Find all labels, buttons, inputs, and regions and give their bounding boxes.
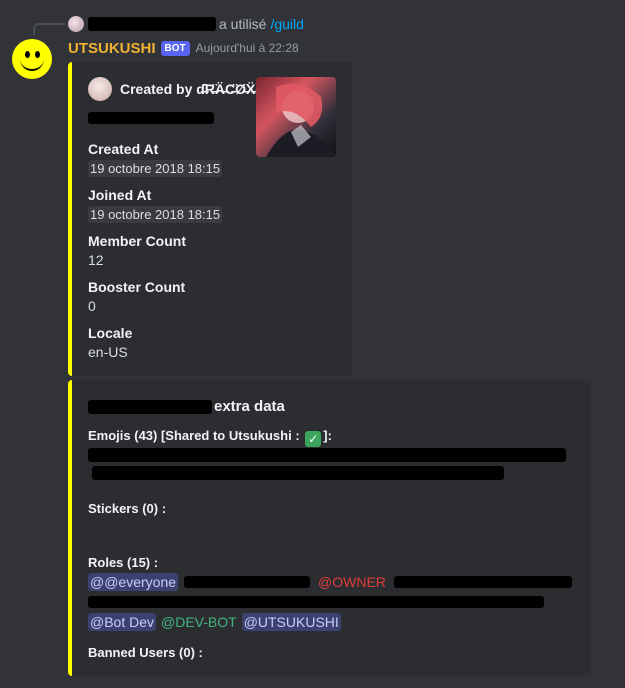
role-mention-owner[interactable]: @OWNER bbox=[316, 573, 388, 591]
field-member-count-label: Member Count bbox=[88, 233, 186, 249]
embed-title: extra data bbox=[88, 398, 285, 415]
field-locale-value: en-US bbox=[88, 344, 128, 360]
embed-author-name: Created by ɗ̶̈R̶̈Ä̶C̶̈Ø̶̈Ẍ̶ bbox=[120, 81, 256, 97]
discord-message-view: a utilisé /guild UTSUKUSHI BOT Aujourd'h… bbox=[0, 0, 625, 688]
emojis-label-start: Emojis (43) [Shared to Utsukushi : bbox=[88, 428, 300, 443]
role-mention-dev-bot[interactable]: @DEV-BOT bbox=[159, 613, 239, 631]
command-reply-line: a utilisé /guild bbox=[68, 15, 304, 33]
checkmark-emoji: ✓ bbox=[305, 431, 322, 447]
roles-list: @@everyone @OWNER @Bot Dev @DEV-BOT @UTS… bbox=[88, 572, 578, 632]
role-mention-utsukushi[interactable]: @UTSUKUSHI bbox=[241, 613, 341, 631]
smiley-avatar[interactable] bbox=[12, 39, 52, 79]
redacted-username[interactable] bbox=[88, 17, 216, 31]
reply-spine bbox=[33, 23, 65, 35]
bot-badge: BOT bbox=[160, 40, 190, 56]
reply-user-avatar[interactable] bbox=[68, 16, 84, 32]
emojis-label-end: ]: bbox=[323, 428, 332, 443]
redacted-server-name bbox=[88, 112, 214, 124]
field-created-at-value: 19 octobre 2018 18:15 bbox=[88, 160, 223, 177]
field-joined-at-label: Joined At bbox=[88, 187, 152, 203]
bot-username[interactable]: UTSUKUSHI bbox=[68, 40, 156, 57]
avatar-mouth bbox=[20, 53, 44, 71]
field-member-count-value: 12 bbox=[88, 252, 104, 268]
field-booster-count-value: 0 bbox=[88, 298, 96, 314]
embed-author: Created by ɗ̶̈R̶̈Ä̶C̶̈Ø̶̈Ẍ̶ bbox=[88, 77, 255, 101]
emojis-list-redacted bbox=[88, 448, 566, 480]
banned-users-label: Banned Users (0) : bbox=[88, 645, 203, 660]
server-thumbnail[interactable] bbox=[256, 77, 336, 157]
author-avatar-icon bbox=[88, 77, 112, 101]
field-joined-at-value: 19 octobre 2018 18:15 bbox=[88, 206, 223, 223]
extra-data-embed: extra data Emojis (43) [Shared to Utsuku… bbox=[68, 380, 591, 676]
emojis-label: Emojis (43) [Shared to Utsukushi : ✓]: bbox=[88, 428, 332, 447]
field-created-at-label: Created At bbox=[88, 141, 159, 157]
roles-label: Roles (15) : bbox=[88, 555, 159, 570]
embed-title-suffix: extra data bbox=[214, 398, 285, 415]
redacted-server-name bbox=[88, 399, 212, 414]
slash-command-link[interactable]: /guild bbox=[270, 16, 303, 32]
used-text: a utilisé bbox=[219, 16, 267, 32]
guild-info-embed: Created by ɗ̶̈R̶̈Ä̶C̶̈Ø̶̈Ẍ̶ Created At 1… bbox=[68, 62, 352, 376]
role-mention-everyone[interactable]: @@everyone bbox=[88, 573, 179, 591]
field-locale-label: Locale bbox=[88, 325, 133, 341]
message-header: UTSUKUSHI BOT Aujourd'hui à 22:28 bbox=[68, 38, 299, 58]
redacted-role bbox=[393, 576, 572, 588]
redacted-roles-row bbox=[88, 596, 544, 608]
role-mention-bot-dev[interactable]: @Bot Dev bbox=[88, 613, 157, 631]
field-booster-count-label: Booster Count bbox=[88, 279, 186, 295]
message-timestamp[interactable]: Aujourd'hui à 22:28 bbox=[196, 41, 299, 55]
stickers-label: Stickers (0) : bbox=[88, 501, 167, 516]
redacted-role bbox=[184, 576, 311, 588]
